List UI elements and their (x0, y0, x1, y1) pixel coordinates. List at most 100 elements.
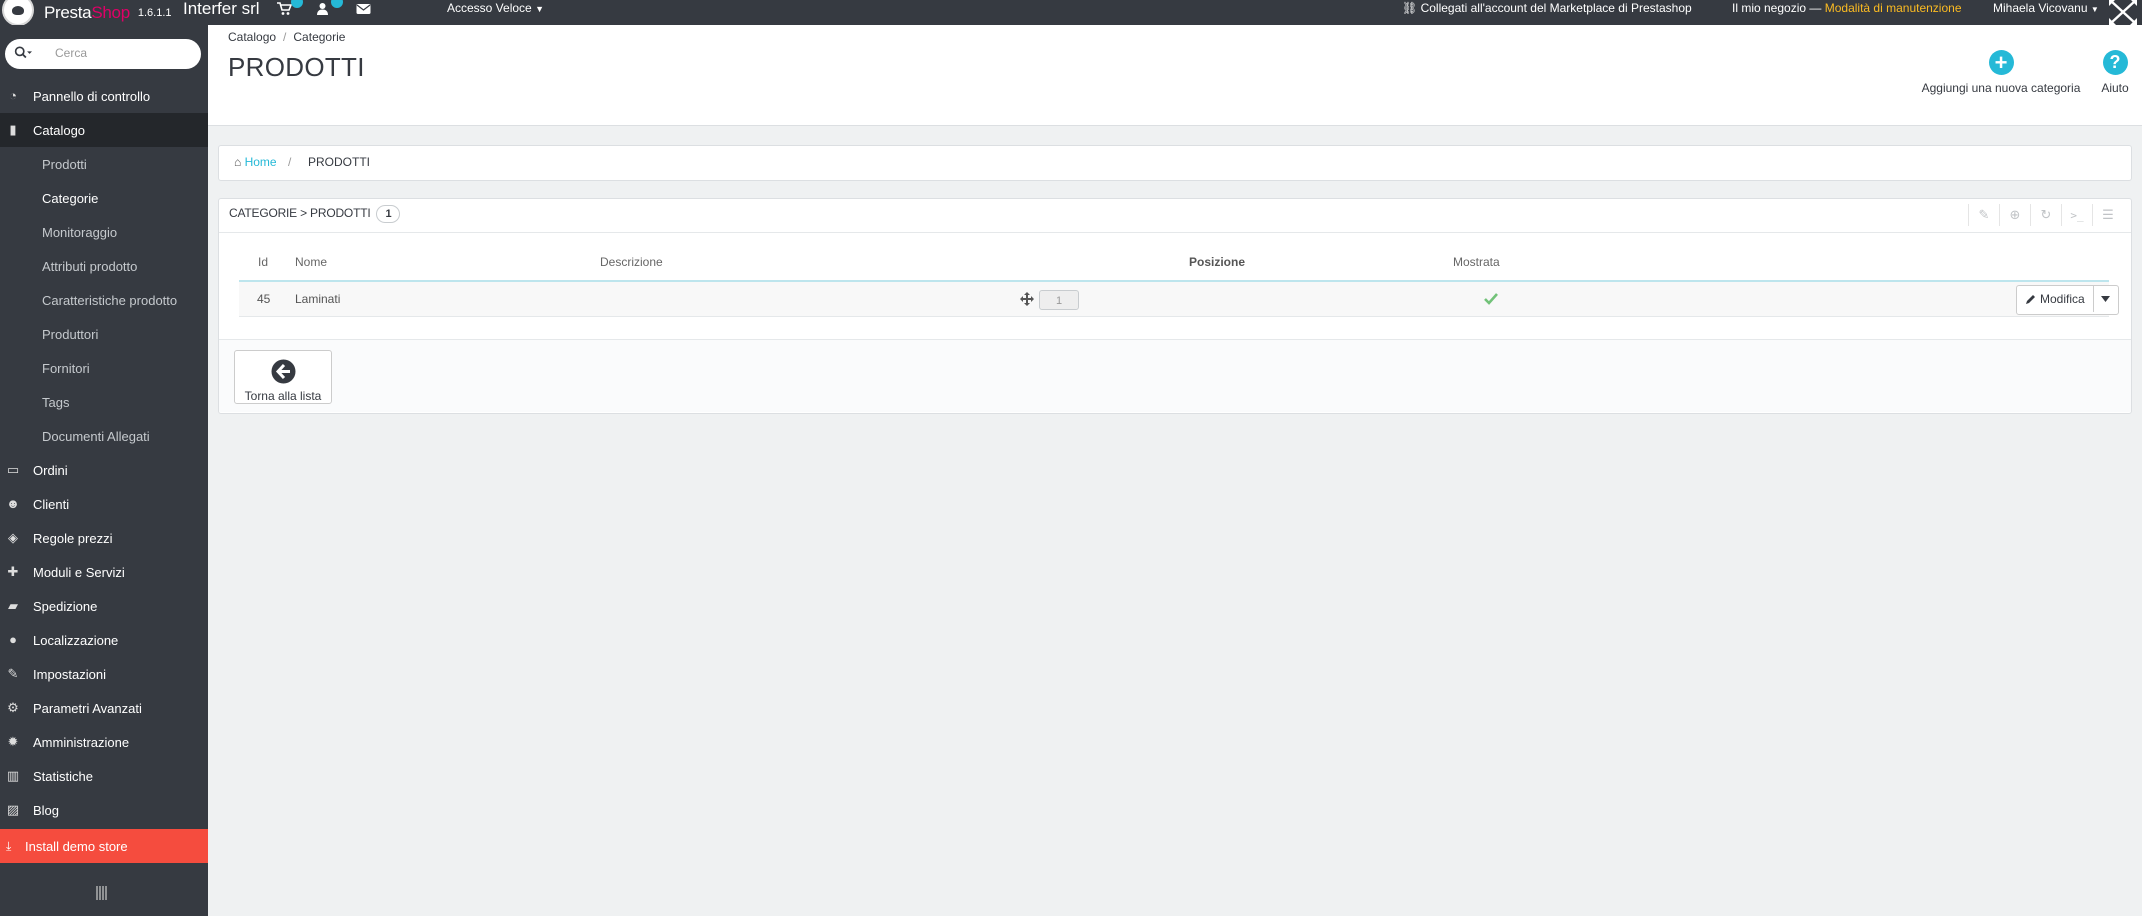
cog-icon: ✹ (7, 734, 19, 749)
panel-divider (219, 232, 2131, 233)
page-title: PRODOTTI (228, 52, 365, 82)
panel-toolbar: ✎ ⊕ ↻ >_ ☰ (1968, 204, 2123, 226)
edit-list-icon[interactable]: ✎ (1968, 204, 1999, 226)
search-input[interactable] (53, 45, 197, 61)
database-icon[interactable]: ☰ (2092, 204, 2123, 226)
caret-down-icon: ▼ (2090, 5, 2099, 14)
customers-notification-icon[interactable] (316, 2, 329, 19)
sql-query-icon[interactable]: >_ (2061, 204, 2092, 226)
sidebar-subitem-attachments[interactable]: Documenti Allegati (0, 419, 208, 453)
credit-card-icon: ▭ (6, 462, 20, 477)
sidebar-item-modules[interactable]: ✚ Moduli e Servizi (0, 555, 208, 589)
marketplace-link[interactable]: ⛓ Collegati all'account del Marketplace … (1402, 1, 1692, 15)
sidebar-item-shipping[interactable]: ▰ Spedizione (0, 589, 208, 623)
caret-down-icon: ▼ (535, 4, 544, 14)
actions-dropdown-button[interactable] (2092, 286, 2118, 312)
install-demo-store-button[interactable]: ⤓ Install demo store (0, 829, 208, 863)
sidebar-item-localization[interactable]: ● Localizzazione (0, 623, 208, 657)
help-button[interactable]: ? Aiuto (2095, 50, 2135, 95)
truck-icon: ▰ (8, 598, 18, 613)
version-label: 1.6.1.1 (137, 6, 172, 19)
cell-name: Laminati (295, 292, 341, 306)
users-icon: ☻ (6, 496, 20, 511)
sidebar-item-customers[interactable]: ☻ Clienti (0, 487, 208, 521)
sidebar-subitem-monitoring[interactable]: Monitoraggio (0, 215, 208, 249)
position-value: 1 (1039, 290, 1079, 310)
caret-down-icon (2101, 296, 2111, 302)
sidebar-item-preferences[interactable]: ✎ Impostazioni (0, 657, 208, 691)
shop-name[interactable]: Interfer srl (183, 0, 260, 18)
plus-circle-icon: + (1988, 50, 2014, 75)
row-actions: Modifica (2016, 285, 2119, 315)
column-header-id[interactable]: Id (258, 255, 268, 269)
breadcrumb-categories[interactable]: Categorie (293, 30, 345, 44)
sidebar-subitem-categories[interactable]: Categorie (0, 181, 208, 215)
back-to-list-button[interactable]: Torna alla lista (234, 350, 332, 404)
sidebar: ◔ Pannello di controllo ▮ Catalogo Prodo… (0, 25, 208, 916)
chain-link-icon: ⛓ (1402, 1, 1418, 15)
sidebar-subitem-suppliers[interactable]: Fornitori (0, 351, 208, 385)
sidebar-subitem-tags[interactable]: Tags (0, 385, 208, 419)
tags-icon: ◈ (8, 530, 18, 545)
wrench-icon: ✎ (7, 666, 19, 681)
drag-move-icon[interactable] (1020, 292, 1034, 306)
sidebar-item-catalog[interactable]: ▮ Catalogo (0, 113, 208, 147)
edit-button[interactable]: Modifica (2017, 286, 2093, 312)
table-row[interactable]: 45 Laminati 1 Modifica (239, 282, 2119, 317)
top-bar: PrestaShop 1.6.1.1 Interfer srl Accesso … (0, 0, 2142, 26)
fullscreen-arrows-icon[interactable] (2108, 0, 2138, 26)
sidebar-subitem-products[interactable]: Prodotti (0, 147, 208, 181)
customers-count-badge (331, 0, 343, 8)
panel-heading: CATEGORIE > PRODOTTI 1 (229, 205, 401, 225)
sidebar-item-dashboard[interactable]: ◔ Pannello di controllo (0, 79, 208, 113)
maintenance-mode-link[interactable]: Modalità di manutenzione (1825, 1, 1962, 15)
add-new-icon[interactable]: ⊕ (1999, 204, 2030, 226)
collapse-sidebar-icon[interactable] (95, 885, 109, 901)
puffin-logo-icon (2, 0, 34, 26)
search-box[interactable] (5, 39, 201, 69)
home-icon: ⌂ (234, 155, 242, 169)
sidebar-subitem-manufacturers[interactable]: Produttori (0, 317, 208, 351)
cogs-icon: ⚙ (7, 700, 19, 715)
my-shop-link[interactable]: Il mio negozio — Modalità di manutenzion… (1732, 1, 1962, 15)
user-menu[interactable]: Mihaela Vicovanu ▼ (1993, 1, 2099, 15)
column-header-name[interactable]: Nome (295, 255, 327, 269)
pencil-icon (2026, 295, 2035, 304)
page-header: Catalogo / Categorie PRODOTTI + Aggiungi u… (208, 25, 2142, 126)
puzzle-icon: ✚ (7, 564, 19, 579)
add-category-button[interactable]: + Aggiungi una nuova categoria (1917, 50, 2085, 95)
sidebar-item-administration[interactable]: ✹ Amministrazione (0, 725, 208, 759)
globe-icon: ● (9, 632, 17, 647)
refresh-icon[interactable]: ↻ (2030, 204, 2061, 226)
orders-notification-icon[interactable] (277, 2, 293, 19)
panel-footer: Torna alla lista (219, 340, 2131, 412)
sidebar-item-price-rules[interactable]: ◈ Regole prezzi (0, 521, 208, 555)
sidebar-item-advanced-parameters[interactable]: ⚙ Parametri Avanzati (0, 691, 208, 725)
dashboard-icon: ◔ (9, 88, 17, 103)
prestashop-logo[interactable]: PrestaShop 1.6.1.1 (0, 0, 172, 26)
category-list-panel: CATEGORIE > PRODOTTI 1 ✎ ⊕ ↻ >_ ☰ Id Nome… (218, 198, 2132, 414)
cell-id: 45 (257, 292, 271, 306)
orders-count-badge (291, 0, 303, 8)
column-header-description[interactable]: Descrizione (600, 255, 663, 269)
count-badge: 1 (376, 205, 401, 223)
breadcrumb-catalog[interactable]: Catalogo (228, 30, 276, 44)
breadcrumb-home-link[interactable]: ⌂ Home (234, 155, 277, 169)
column-header-position[interactable]: Posizione (1189, 255, 1245, 269)
breadcrumb-current: PRODOTTI (308, 155, 370, 169)
sidebar-subitem-attributes[interactable]: Attributi prodotto (0, 249, 208, 283)
column-header-shown[interactable]: Mostrata (1453, 255, 1500, 269)
sidebar-item-blog[interactable]: ▨ Blog (0, 793, 208, 827)
brand-name: PrestaShop (44, 2, 130, 22)
book-icon: ▮ (9, 122, 17, 137)
sidebar-item-orders[interactable]: ▭ Ordini (0, 453, 208, 487)
sidebar-item-stats[interactable]: ▥ Statistiche (0, 759, 208, 793)
check-icon[interactable] (1484, 293, 1498, 305)
messages-notification-icon[interactable] (356, 2, 371, 18)
quick-access-menu[interactable]: Accesso Veloce ▼ (447, 1, 544, 15)
search-icon[interactable] (14, 44, 32, 62)
edit-icon: ▨ (6, 802, 20, 817)
question-circle-icon: ? (2102, 50, 2128, 75)
sidebar-subitem-features[interactable]: Caratteristiche prodotto (0, 283, 208, 317)
download-icon: ⤓ (6, 838, 12, 853)
